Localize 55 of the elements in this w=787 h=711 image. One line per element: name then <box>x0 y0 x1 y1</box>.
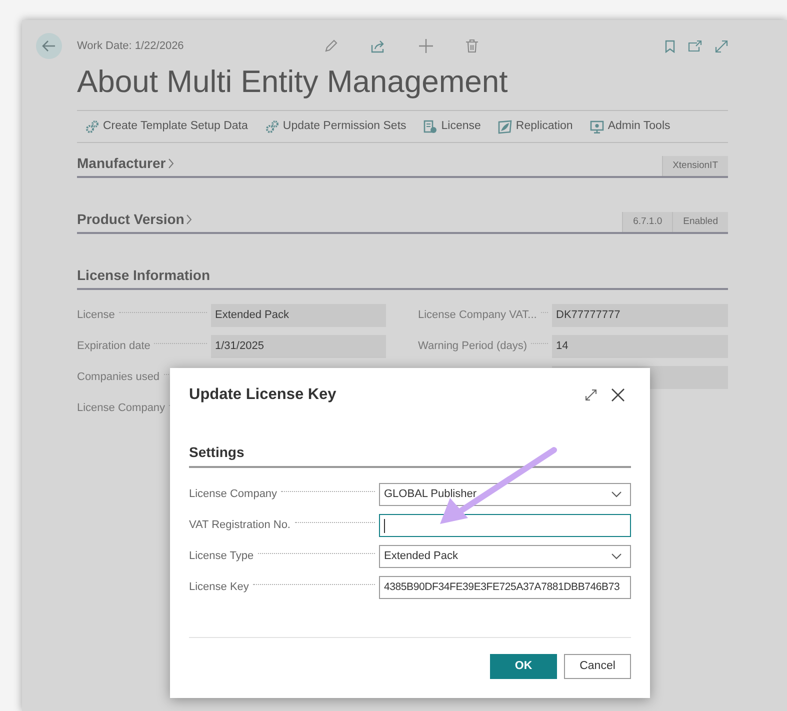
expand-icon[interactable] <box>715 40 728 52</box>
field-label: License <box>77 308 115 324</box>
page-title: About Multi Entity Management <box>77 63 509 101</box>
document-icon <box>423 120 438 134</box>
chevron-down-icon <box>611 491 622 498</box>
section-value: 6.7.1.0 <box>622 212 672 232</box>
field-value: 1/31/2025 <box>211 335 386 358</box>
back-arrow-icon <box>42 40 56 52</box>
work-date: Work Date: 1/22/2026 <box>77 38 184 54</box>
plus-icon[interactable] <box>418 39 433 53</box>
dropdown-field[interactable]: GLOBAL Publisher <box>379 483 631 506</box>
chevron-right-icon <box>168 158 174 169</box>
field-value: Extended Pack <box>211 304 386 327</box>
field-label: Companies used <box>77 370 160 386</box>
trash-icon[interactable] <box>466 39 478 53</box>
gears-icon <box>85 120 99 134</box>
action-button[interactable]: Create Template Setup Data <box>85 118 248 136</box>
share-icon[interactable] <box>370 39 386 53</box>
ok-button[interactable]: OK <box>490 654 557 679</box>
field-label: Expiration date <box>77 339 150 354</box>
open-new-window-icon[interactable] <box>688 40 702 52</box>
section-header: Settings <box>189 443 244 462</box>
close-icon[interactable] <box>611 388 625 402</box>
field-label: License Company <box>77 401 166 416</box>
field-label: License Type <box>189 549 254 564</box>
input-field[interactable]: 4385B90DF34FE39E3FE725A37A7881DBB746B73 <box>379 576 631 599</box>
field-label: VAT Registration No. <box>189 518 290 534</box>
dialog-title: Update License Key <box>189 385 336 406</box>
bookmark-icon[interactable] <box>665 40 675 52</box>
gears-icon <box>264 120 279 134</box>
dropdown-field[interactable]: Extended Pack <box>379 545 631 568</box>
pencil-icon[interactable] <box>324 39 338 53</box>
action-button[interactable]: License <box>423 118 481 136</box>
section-header: License Information <box>77 266 210 285</box>
monitor-icon <box>590 120 604 134</box>
field-label: Warning Period (days) <box>418 339 528 354</box>
chevron-right-icon <box>186 214 192 225</box>
field-label: License Company <box>189 487 278 502</box>
section-value: XtensionIT <box>662 156 728 176</box>
field-value: DK77777777 <box>552 304 728 327</box>
chevron-down-icon <box>611 553 622 560</box>
field-value: 14 <box>552 335 728 358</box>
input-field[interactable] <box>379 514 631 537</box>
action-button[interactable]: Update Permission Sets <box>264 118 406 136</box>
field-label: License Company VAT... <box>418 308 537 324</box>
leaf-icon <box>498 120 512 134</box>
action-button[interactable]: Admin Tools <box>590 118 670 136</box>
section-header[interactable]: Manufacturer <box>77 153 174 176</box>
section-header[interactable]: Product Version <box>77 209 192 232</box>
back-button[interactable] <box>36 33 62 59</box>
action-button[interactable]: Replication <box>498 118 573 136</box>
expand-icon[interactable] <box>585 389 597 401</box>
field-label: License Key <box>189 580 249 596</box>
section-value: Enabled <box>672 212 728 232</box>
cancel-button[interactable]: Cancel <box>564 654 631 679</box>
